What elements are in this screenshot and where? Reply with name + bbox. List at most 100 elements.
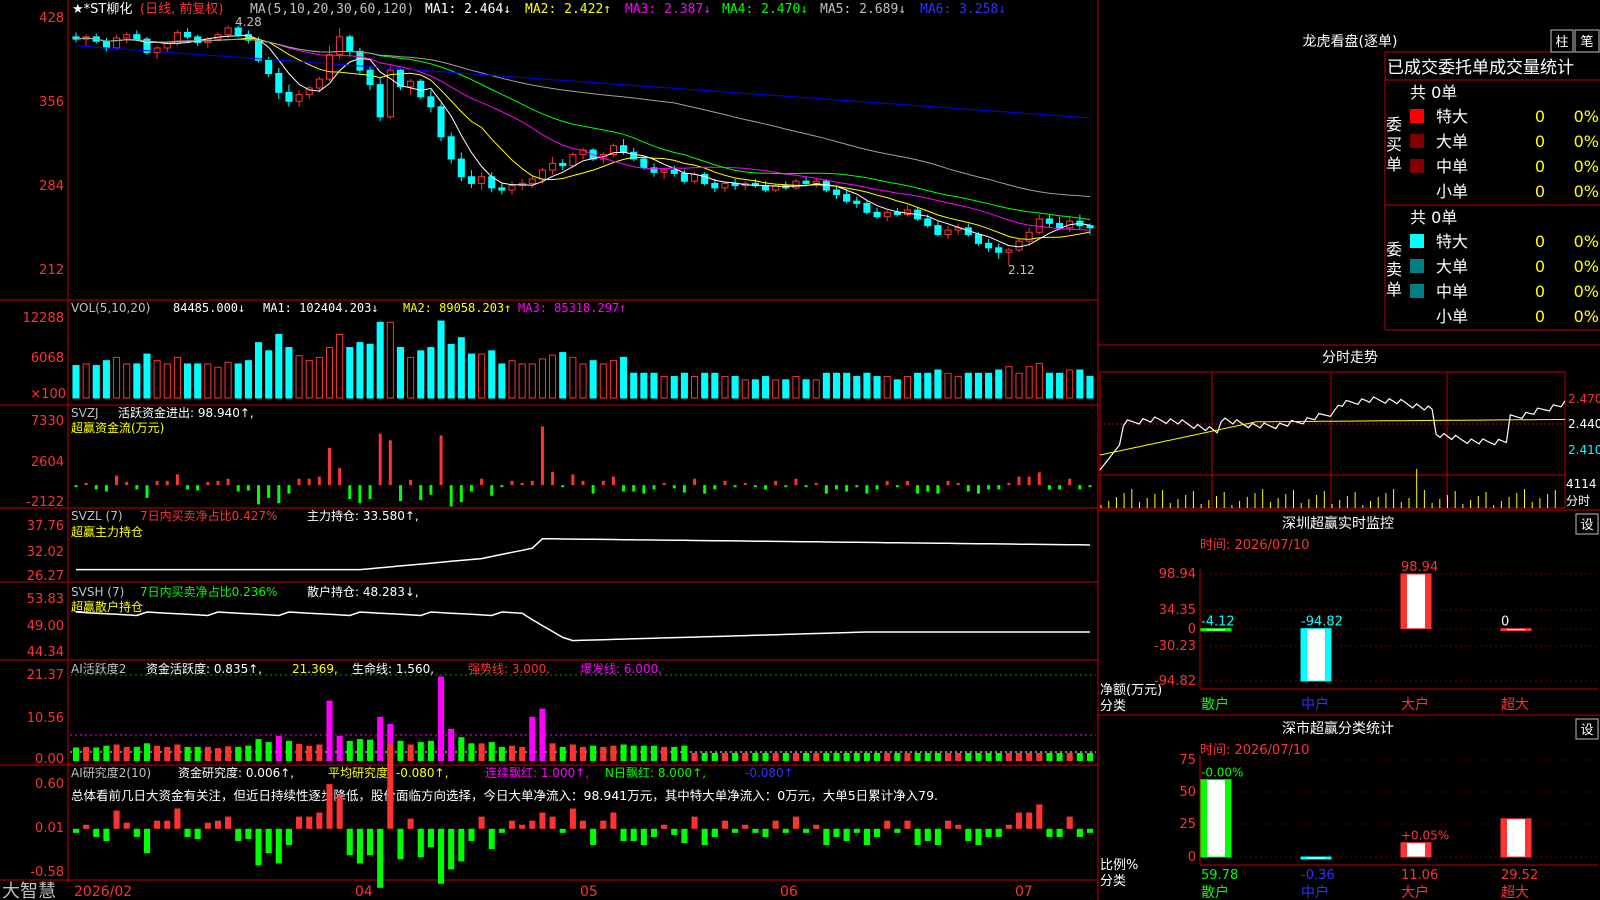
lhb-row-label: 小单 — [1436, 182, 1468, 201]
svzj-bar — [632, 485, 636, 492]
candle-body — [123, 34, 131, 39]
svzj-bar — [987, 485, 991, 490]
vol-ma3: MA3: 85318.297↑ — [518, 301, 626, 315]
ai-active-bar — [316, 744, 323, 761]
ai-research-bar — [174, 808, 181, 829]
chart-category-label: 大户 — [1401, 884, 1429, 900]
candle-body — [346, 36, 354, 52]
ai-active-bar — [336, 736, 343, 761]
chart-bar-edge — [1525, 818, 1531, 857]
candle-body — [356, 50, 364, 71]
svzj-bar — [155, 480, 159, 486]
svzj-bar — [84, 483, 88, 486]
intraday-y-axis: 2.470 2.440 2.410 4114 分时 — [1566, 392, 1600, 508]
svsh-title: SVSH (7) — [71, 585, 124, 599]
lhb-side-char: 委 — [1386, 240, 1402, 259]
candle-body — [832, 189, 841, 196]
svzj-bar — [540, 426, 544, 486]
ai-research-bar — [782, 828, 789, 833]
ai-research-bar — [772, 820, 779, 829]
volume-bar — [102, 360, 110, 399]
ai-research-header: AI研究度2(10) 资金研究度: 0.006↑, 平均研究度: -0.080↑… — [71, 765, 938, 803]
ai-active-bar — [600, 746, 607, 761]
candle-body — [812, 180, 820, 184]
candle-body — [843, 194, 851, 202]
volume-bar — [346, 347, 354, 399]
ai-active-bar — [1056, 752, 1063, 761]
ai-active-bar — [1076, 752, 1083, 761]
intraday-vol-label: 4114 — [1566, 477, 1597, 491]
ai-research-bar — [103, 828, 110, 842]
ai-research-y-axis: 0.60 0.01 -0.58 — [30, 777, 64, 880]
chart-value-label: 98.94 — [1401, 560, 1438, 575]
ai-research-bar — [1066, 816, 1073, 829]
ai-active-bar — [792, 752, 799, 761]
ai-active-bar — [417, 742, 424, 761]
ai-research-bar — [478, 816, 485, 829]
ai-research-bar — [792, 816, 799, 829]
svzj-bar — [490, 485, 494, 496]
candle-body — [761, 185, 770, 191]
svsh-header: SVSH (7) 7日内买卖净占比0.236% 散户持仓: 48.283↓, 超… — [71, 584, 419, 614]
volume-bar — [173, 356, 181, 399]
chart-y-tick: 0 — [1188, 850, 1196, 865]
lhb-total: 共 0单 — [1410, 83, 1457, 102]
svzj-bar — [611, 476, 615, 486]
candle-body — [559, 162, 567, 167]
volume-bar — [153, 360, 161, 399]
price-tick: 356 — [39, 95, 64, 110]
ai-active-bar — [1046, 752, 1053, 761]
ai-active-bar — [549, 743, 556, 761]
svzj-header: SVZJ 活跃资金进出: 98.940↑, 超赢资金流(万元) — [71, 405, 254, 435]
svzj-bar — [713, 485, 717, 490]
ai-active-bar — [894, 752, 901, 761]
ai-active-tick: 0.00 — [35, 752, 64, 767]
ai-active-bar — [579, 746, 587, 761]
svsh-y-axis: 53.83 49.00 44.34 — [27, 592, 64, 660]
ai-active-bar — [225, 746, 232, 761]
ai-active-bar — [245, 745, 252, 761]
lhb-tabs[interactable]: 已成交委托单成交量统计 — [1387, 58, 1574, 78]
ai-research-bar — [995, 828, 1002, 837]
ai-active-bar — [235, 746, 242, 761]
volume-bar — [589, 360, 597, 399]
ai-active-bar — [691, 752, 698, 761]
svzj-bar — [672, 485, 676, 489]
ai-active-label2: 21.369, — [292, 662, 338, 676]
volume-bar — [832, 372, 841, 399]
vol-ma2: MA2: 89058.203↑ — [403, 301, 511, 315]
ai-active-bar — [367, 739, 374, 761]
ai-research-tick: -0.58 — [30, 865, 64, 880]
volume-bar — [1076, 369, 1084, 399]
svzj-bar — [875, 485, 879, 490]
ai-active-bar — [397, 740, 404, 761]
svzj-bar — [510, 480, 514, 486]
svsh-tick: 53.83 — [27, 592, 64, 607]
ai-active-label5: 爆发线: 6.000, — [580, 661, 662, 676]
candle-body — [1056, 222, 1064, 229]
volume-bar — [863, 372, 871, 399]
ai-research-bar — [579, 820, 587, 829]
volume-bar — [265, 350, 273, 399]
ai-research-bar — [894, 828, 901, 833]
candle-body — [883, 211, 891, 218]
lhb-row-pct: 0% — [1574, 182, 1599, 201]
ai-active-bar — [650, 745, 658, 761]
ai-active-bar — [1015, 752, 1023, 761]
ai-research-bar — [245, 828, 252, 839]
ai-active-bar — [448, 728, 455, 761]
svzj-bar — [824, 485, 828, 494]
chart-bar-edge — [1525, 628, 1531, 631]
volume-bar — [974, 372, 983, 399]
volume-bar — [194, 363, 202, 399]
svzj-bar — [480, 478, 484, 486]
chart-y-tick: -30.23 — [1154, 639, 1196, 654]
candle-body — [690, 174, 699, 182]
volume-bar — [528, 363, 536, 399]
ai-research-bar — [113, 810, 120, 829]
ai-active-bar — [853, 752, 860, 761]
candle-body — [285, 91, 293, 102]
volume-bar — [873, 376, 881, 399]
ai-active-title: AI活跃度2 — [71, 661, 126, 676]
volume-bar — [214, 366, 222, 399]
